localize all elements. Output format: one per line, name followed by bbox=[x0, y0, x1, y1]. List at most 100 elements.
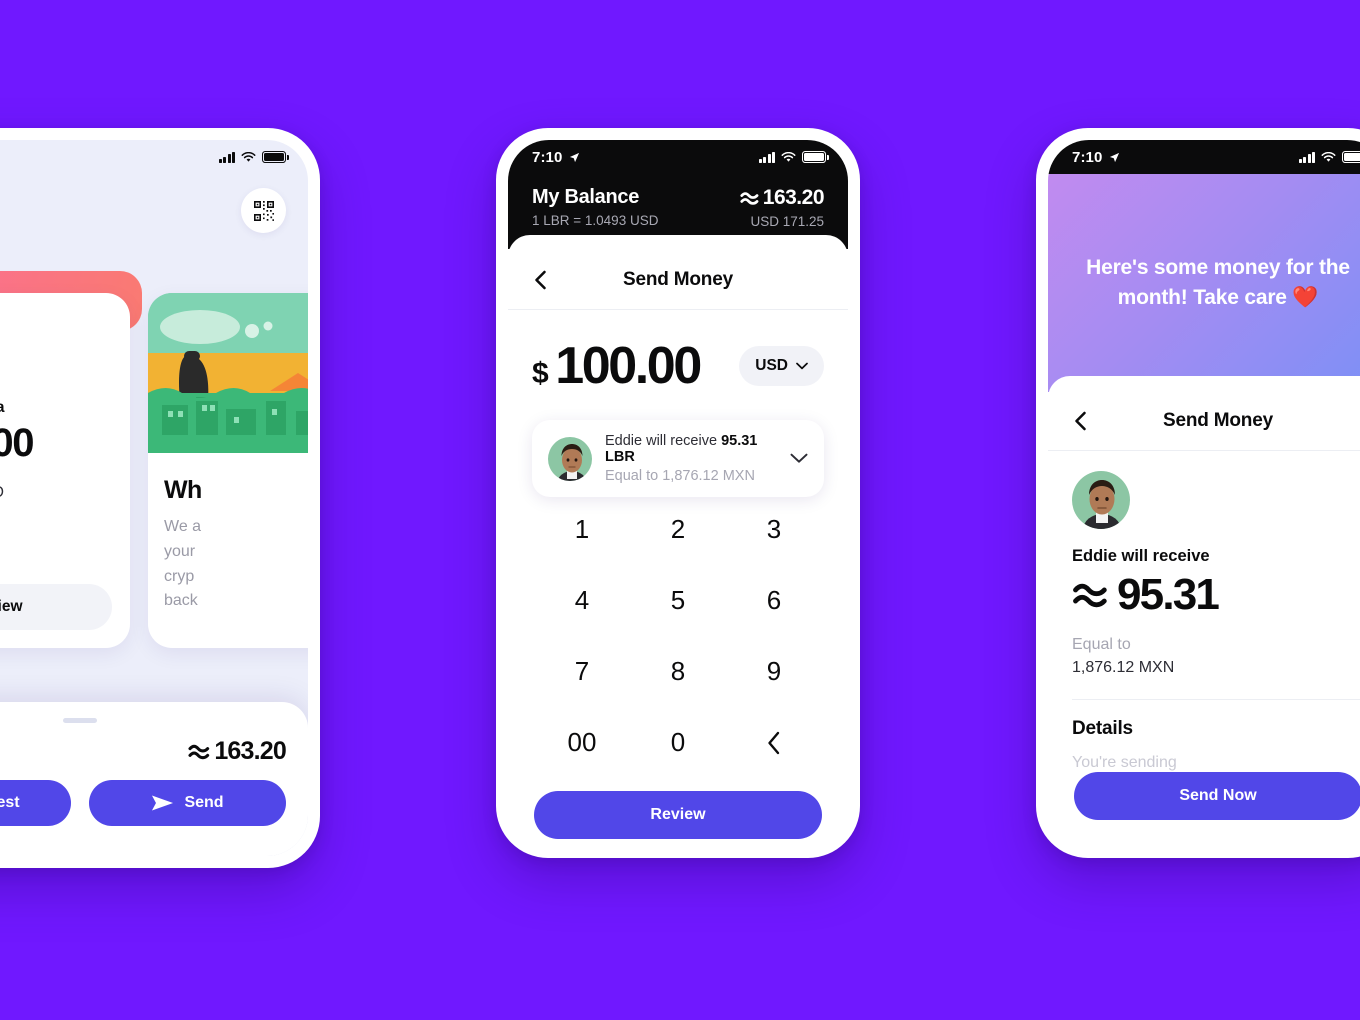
recipient-amount: 95.31 bbox=[1072, 570, 1360, 620]
key-backspace[interactable] bbox=[726, 710, 822, 775]
transaction-time: Just now bbox=[0, 509, 112, 527]
send-button[interactable]: Send bbox=[89, 780, 286, 826]
wifi-icon bbox=[781, 151, 796, 162]
avatar bbox=[1072, 471, 1130, 529]
key-6[interactable]: 6 bbox=[726, 568, 822, 633]
recipient-prefix: Eddie will receive bbox=[605, 433, 722, 449]
avatar bbox=[548, 436, 592, 481]
phone-2-status-bar: 7:10 bbox=[508, 140, 848, 174]
education-card-body: Wh We a your cryp back bbox=[148, 458, 308, 632]
send-now-button[interactable]: Send Now bbox=[1074, 772, 1360, 820]
phone-1-cards-area: You sent Sofia 25.00 Fees 0.00 USD bbox=[0, 271, 308, 651]
phone-2-send-money-entry: 7:10 My Balance 1 LBR = 1.0493 USD 163.2… bbox=[496, 128, 860, 858]
location-arrow-icon bbox=[570, 152, 580, 162]
sheet-nav: Send Money bbox=[508, 261, 848, 310]
page-title: Send Money bbox=[623, 269, 733, 290]
backspace-chevron-icon bbox=[767, 731, 779, 754]
amount-value: 100.00 bbox=[555, 337, 702, 395]
transaction-card[interactable]: You sent Sofia 25.00 Fees 0.00 USD bbox=[0, 293, 130, 648]
my-balance-header[interactable]: My Balance 1 LBR = 1.0493 USD 163.20 USD… bbox=[508, 174, 848, 229]
transaction-amount: 25.00 bbox=[0, 421, 112, 466]
equal-to-label: Equal to bbox=[1072, 636, 1131, 653]
phone-3-sheet: Send Money Eddie will receive 95.31 Equa… bbox=[1048, 376, 1360, 846]
battery-full-icon bbox=[262, 151, 289, 163]
key-1[interactable]: 1 bbox=[534, 497, 630, 562]
key-2[interactable]: 2 bbox=[630, 497, 726, 562]
details-heading: Details bbox=[1072, 718, 1133, 739]
landscape-illustration-icon bbox=[148, 293, 308, 453]
view-button[interactable]: View bbox=[0, 584, 112, 630]
my-balance-value: 163.20 bbox=[762, 186, 825, 209]
chevron-left-icon[interactable] bbox=[530, 269, 552, 291]
phone-1-status-bar: 7:10 bbox=[0, 140, 308, 174]
balance-row: alance 163.20 bbox=[0, 737, 287, 766]
send-now-wrap: Send Now bbox=[1048, 772, 1360, 846]
key-5[interactable]: 5 bbox=[630, 568, 726, 633]
education-card-title: Wh bbox=[164, 476, 202, 504]
battery-full-icon bbox=[802, 151, 829, 163]
phone-3-body: Eddie will receive 95.31 Equal to 1,876.… bbox=[1048, 451, 1360, 700]
recipient-label: Eddie will receive bbox=[1072, 547, 1210, 565]
currency-selector[interactable]: USD bbox=[739, 346, 824, 386]
libra-wave-symbol-icon bbox=[1073, 583, 1107, 607]
phone-1-screen: 7:10 Menu bbox=[0, 140, 308, 856]
my-balance-usd: USD 171.25 bbox=[750, 214, 824, 229]
recipient-primary-line: Eddie will receive 95.31 LBR bbox=[605, 433, 777, 465]
numeric-keypad: 1 2 3 4 5 6 7 8 9 00 0 bbox=[508, 497, 848, 775]
key-0[interactable]: 0 bbox=[630, 710, 726, 775]
transaction-amount-value: 25.00 bbox=[0, 421, 35, 465]
my-balance-title: My Balance bbox=[532, 186, 640, 208]
screenshot-stage: 7:10 Menu bbox=[0, 0, 1360, 1020]
education-card[interactable]: Wh We a your cryp back bbox=[148, 293, 308, 648]
key-4[interactable]: 4 bbox=[534, 568, 630, 633]
phone-1-topbar: Menu bbox=[0, 174, 308, 233]
recipient-summary-card[interactable]: Eddie will receive 95.31 LBR Equal to 1,… bbox=[532, 420, 824, 497]
phone-3-screen: 7:10 Here's some money for the month! Ta… bbox=[1048, 140, 1360, 846]
transaction-title: You sent Sofia bbox=[0, 399, 5, 416]
education-card-text: We a your cryp back bbox=[164, 518, 202, 610]
libra-wave-symbol-icon bbox=[188, 744, 210, 759]
cellular-signal-icon bbox=[1299, 151, 1315, 163]
currency-selector-label: USD bbox=[755, 357, 788, 374]
request-button[interactable]: Request bbox=[0, 780, 71, 826]
key-3[interactable]: 3 bbox=[726, 497, 822, 562]
chevron-down-icon bbox=[796, 362, 808, 370]
eddie-avatar-image bbox=[548, 436, 592, 481]
status-time: 7:10 bbox=[1072, 148, 1103, 166]
location-arrow-icon bbox=[1110, 152, 1120, 162]
details-first-row: You're sending bbox=[1072, 754, 1177, 771]
send-paper-plane-icon bbox=[152, 795, 174, 811]
key-8[interactable]: 8 bbox=[630, 639, 726, 704]
key-7[interactable]: 7 bbox=[534, 639, 630, 704]
request-label: Request bbox=[0, 794, 20, 811]
qr-code-button[interactable] bbox=[241, 188, 286, 233]
review-button[interactable]: Review bbox=[534, 791, 822, 839]
cellular-signal-icon bbox=[759, 151, 775, 163]
chevron-down-icon[interactable] bbox=[790, 453, 808, 464]
battery-full-icon bbox=[1342, 151, 1360, 163]
note-message: Here's some money for the month! Take ca… bbox=[1086, 256, 1350, 309]
phone-3-status-bar: 7:10 bbox=[1048, 140, 1360, 174]
fees-value: 0.00 USD bbox=[0, 484, 4, 501]
sheet-grabber[interactable] bbox=[63, 718, 97, 723]
cellular-signal-icon bbox=[219, 151, 235, 163]
equal-to-value: 1,876.12 MXN bbox=[1072, 659, 1175, 676]
key-9[interactable]: 9 bbox=[726, 639, 822, 704]
amount-input[interactable]: $ 100.00 bbox=[532, 336, 702, 396]
exchange-rate: 1 LBR = 1.0493 USD bbox=[532, 213, 659, 228]
libra-wave-symbol-icon bbox=[740, 191, 759, 205]
wifi-icon bbox=[1321, 151, 1336, 162]
action-row: Request Send bbox=[0, 780, 286, 826]
phone-3-send-money-review: 7:10 Here's some money for the month! Ta… bbox=[1036, 128, 1360, 858]
phone-1-wallet-home: 7:10 Menu bbox=[0, 128, 320, 868]
phone-2-sheet: Send Money $ 100.00 USD Eddie will recei… bbox=[508, 235, 848, 839]
wifi-icon bbox=[241, 151, 256, 162]
phone-2-screen: 7:10 My Balance 1 LBR = 1.0493 USD 163.2… bbox=[508, 140, 848, 846]
recipient-amount-value: 95.31 bbox=[1117, 570, 1220, 619]
recipient-secondary-line: Equal to 1,876.12 MXN bbox=[605, 468, 755, 484]
key-double-zero[interactable]: 00 bbox=[534, 710, 630, 775]
chevron-left-icon[interactable] bbox=[1070, 410, 1092, 432]
recipient-text: Eddie will receive 95.31 LBR Equal to 1,… bbox=[605, 433, 777, 484]
my-balance-amount: 163.20 bbox=[740, 186, 825, 210]
note-hero: Here's some money for the month! Take ca… bbox=[1048, 174, 1360, 392]
